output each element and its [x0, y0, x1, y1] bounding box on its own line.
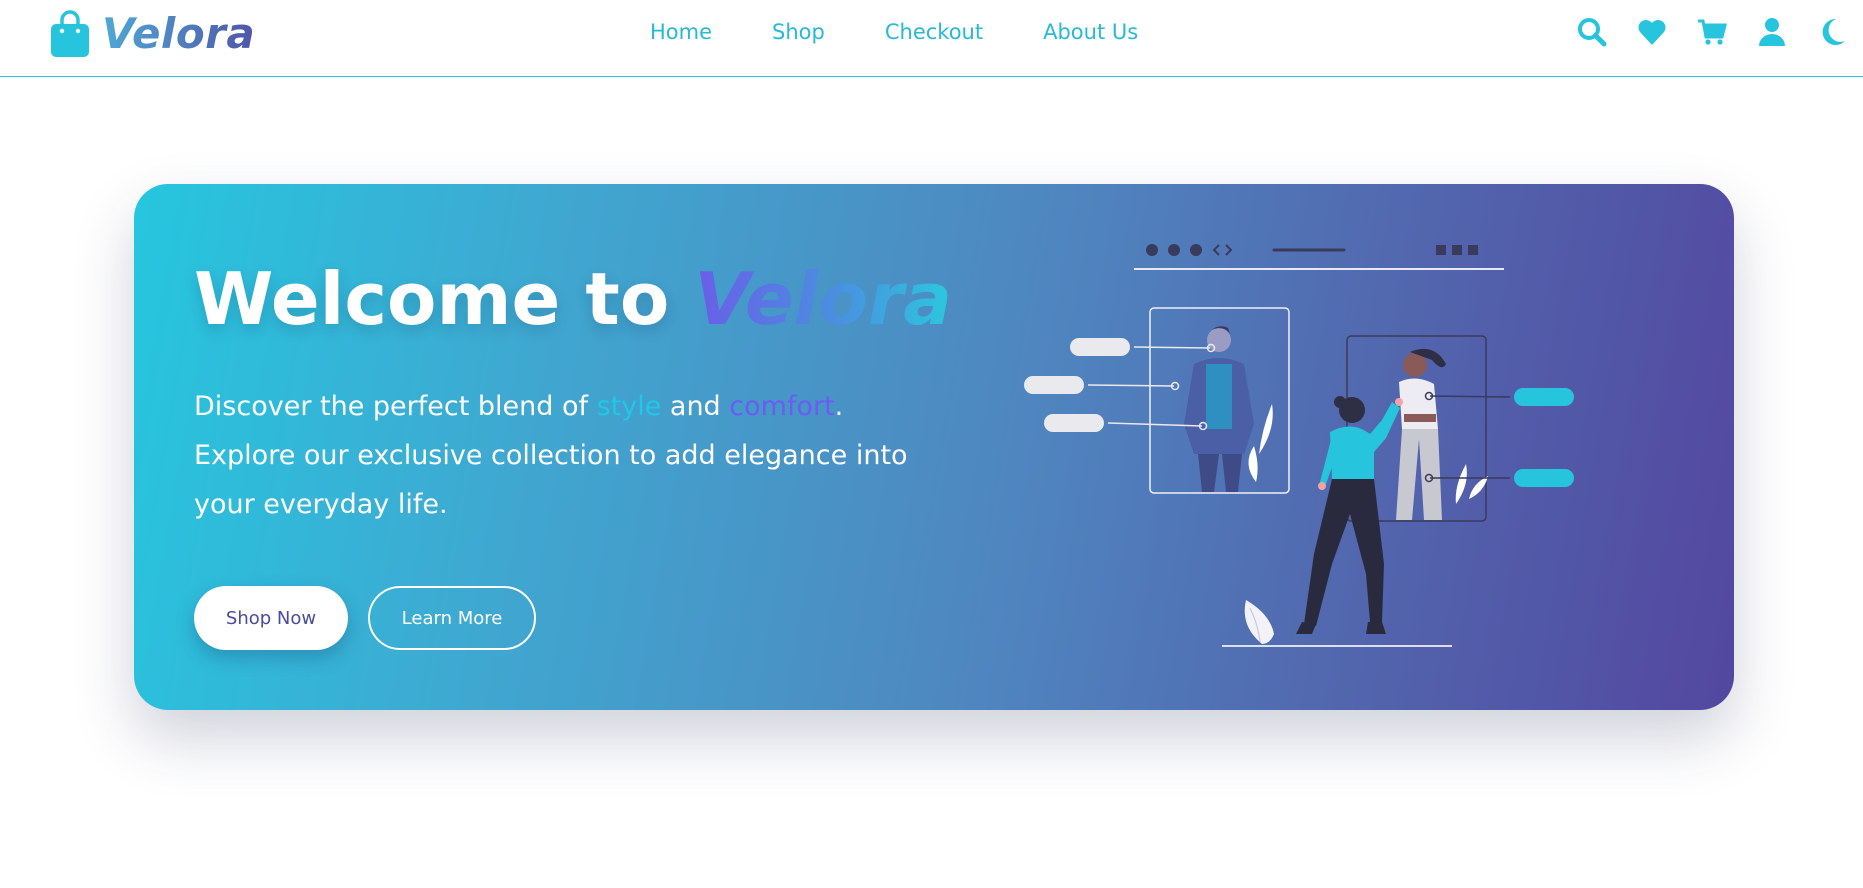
- nav-link-checkout[interactable]: Checkout: [885, 20, 983, 44]
- user-icon[interactable]: [1755, 15, 1789, 49]
- hero-title: Welcome to Velora: [194, 254, 952, 344]
- hero-title-brand: Velora: [694, 257, 952, 341]
- nav-icons: [1549, 0, 1849, 64]
- cart-icon[interactable]: [1695, 15, 1729, 49]
- hero-text-part1: Discover the perfect blend of: [194, 391, 597, 422]
- brand-logo[interactable]: Velora: [48, 8, 255, 60]
- nav-link-shop[interactable]: Shop: [772, 20, 825, 44]
- hero-banner: Welcome to Velora Discover the perfect b…: [134, 184, 1734, 710]
- shopping-bag-icon: [51, 10, 89, 57]
- nav-link-home[interactable]: Home: [650, 20, 712, 44]
- hero-text-and: and: [661, 391, 730, 422]
- brand-name: Velora: [102, 9, 256, 58]
- hero-text-comfort: comfort: [729, 391, 835, 422]
- hero-text-style: style: [596, 391, 662, 422]
- fashion-shopping-illustration: [1024, 244, 1574, 647]
- learn-more-button[interactable]: Learn More: [368, 586, 536, 650]
- search-icon[interactable]: [1575, 15, 1609, 49]
- moon-icon[interactable]: [1815, 15, 1849, 49]
- hero-title-prefix: Welcome to: [194, 257, 695, 341]
- nav-link-about-us[interactable]: About Us: [1043, 20, 1138, 44]
- navbar: Velora Home Shop Checkout About Us: [0, 0, 1863, 77]
- heart-icon[interactable]: [1635, 15, 1669, 49]
- shop-now-button[interactable]: Shop Now: [194, 586, 348, 650]
- main-nav: Home Shop Checkout About Us: [650, 0, 1198, 64]
- hero-description: Discover the perfect blend of style and …: [194, 382, 934, 529]
